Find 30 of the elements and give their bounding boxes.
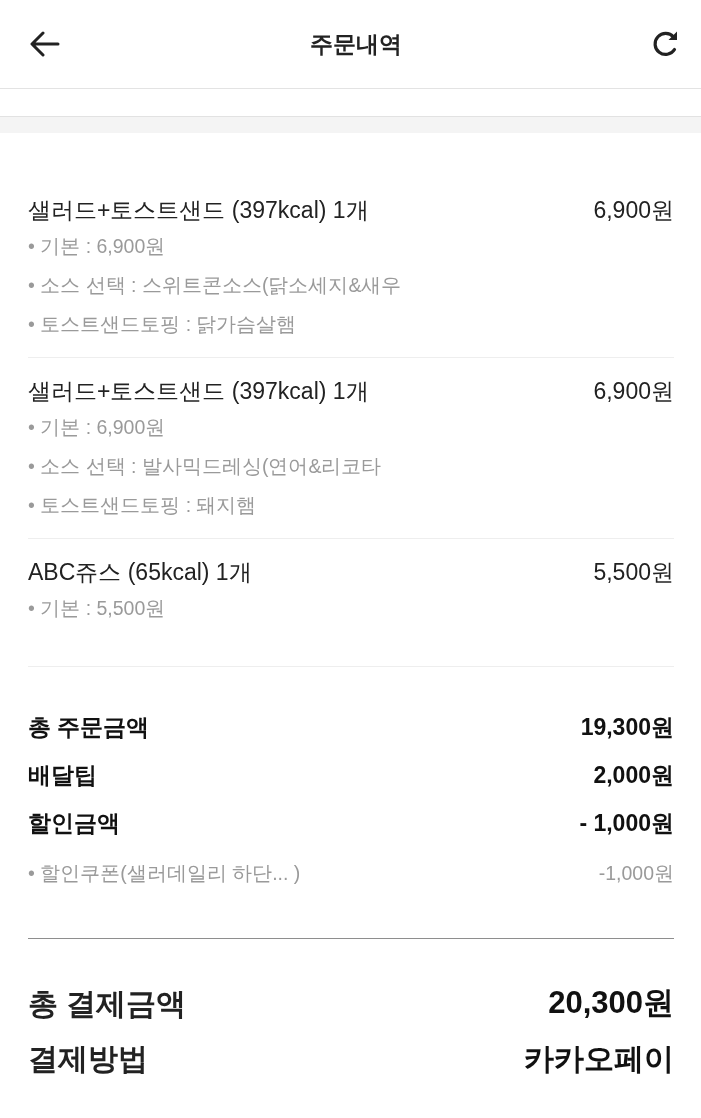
summary-amount: 2,000원: [593, 760, 674, 790]
refresh-button[interactable]: [652, 30, 679, 58]
item-option: • 기본 : 5,500원: [28, 589, 674, 628]
payment-method-value: 카카오페이: [524, 1041, 674, 1077]
payment-method-label: 결제방법: [28, 1041, 148, 1077]
item-price: 5,500원: [593, 558, 674, 587]
total-label: 총 결제금액: [28, 986, 187, 1022]
summary-label: 총 주문금액: [28, 712, 150, 742]
item-price: 6,900원: [593, 377, 674, 406]
discount-detail-label: • 할인쿠폰(샐러데일리 하단... ): [28, 861, 301, 887]
item-option: • 소스 선택 : 스위트콘소스(닭소세지&새우: [28, 266, 674, 305]
back-button[interactable]: [30, 31, 60, 57]
item-option: • 소스 선택 : 발사믹드레싱(연어&리코타: [28, 447, 674, 486]
item-option: • 토스트샌드토핑 : 닭가슴살햄: [28, 305, 674, 344]
summary-amount: - 1,000원: [579, 808, 674, 838]
item-name: 샐러드+토스트샌드 (397kcal) 1개: [28, 196, 369, 225]
summary-amount: 19,300원: [580, 712, 674, 742]
item-name: ABC쥬스 (65kcal) 1개: [28, 558, 252, 587]
item-price: 6,900원: [593, 196, 674, 225]
summary-label: 배달팁: [28, 760, 97, 790]
item-option: • 토스트샌드토핑 : 돼지햄: [28, 486, 674, 525]
item-option: • 기본 : 6,900원: [28, 408, 674, 447]
refresh-icon: [652, 30, 679, 58]
summary-label: 할인금액: [28, 808, 120, 838]
item-option: • 기본 : 6,900원: [28, 227, 674, 266]
back-arrow-icon: [30, 31, 60, 57]
discount-detail-amount: -1,000원: [598, 861, 674, 887]
page-title: 주문내역: [310, 29, 402, 59]
item-name: 샐러드+토스트샌드 (397kcal) 1개: [28, 377, 369, 406]
total-amount: 20,300원: [548, 984, 674, 1023]
